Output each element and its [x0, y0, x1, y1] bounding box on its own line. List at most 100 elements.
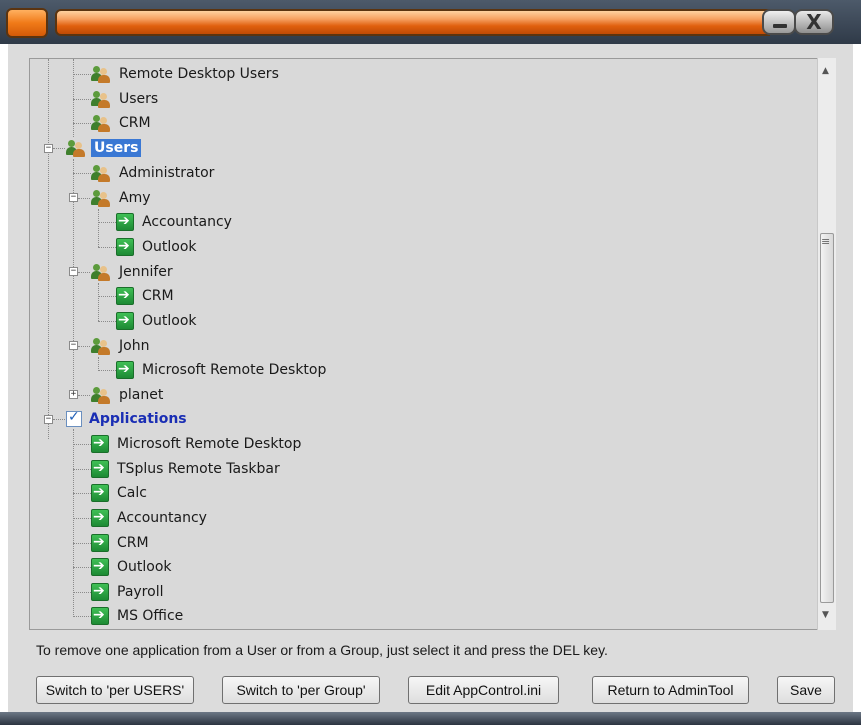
tree-item-label: Users	[119, 91, 159, 107]
tree-connector	[78, 346, 90, 347]
tree-item-label: Microsoft Remote Desktop	[117, 436, 302, 452]
users-icon	[91, 386, 111, 404]
tree-connector	[73, 173, 91, 174]
tree-item-app[interactable]: Outlook	[91, 556, 175, 578]
tree-item-app[interactable]: MS Office	[91, 605, 186, 627]
tree-item-app[interactable]: Payroll	[91, 581, 166, 603]
app-arrow-icon	[116, 287, 134, 305]
instructions-text: To remove one application from a User or…	[36, 642, 608, 658]
tree-connector	[98, 370, 116, 371]
tree-connector	[78, 198, 90, 199]
app-arrow-icon	[116, 238, 134, 256]
tree-item-user[interactable]: John	[91, 335, 152, 357]
tree-item-users-root[interactable]: Users	[66, 137, 142, 159]
tree-item-label: CRM	[117, 535, 149, 551]
collapse-toggle-icon[interactable]: −	[44, 144, 53, 153]
tree-item-user[interactable]: Jennifer	[91, 261, 176, 283]
tree-item-label: Calc	[117, 485, 147, 501]
collapse-toggle-icon[interactable]: −	[69, 193, 78, 202]
users-icon	[91, 65, 111, 83]
tree-item-group[interactable]: Users	[91, 88, 161, 110]
tree-item-label: MS Office	[117, 608, 184, 624]
tree-item-label: Administrator	[119, 165, 215, 181]
tree-connector	[53, 419, 65, 420]
app-arrow-icon	[116, 361, 134, 379]
tree-connector	[78, 395, 90, 396]
tree-item-label: Amy	[119, 190, 151, 206]
tree-item-applications-root[interactable]: Applications	[66, 408, 190, 430]
tree-connector	[73, 444, 91, 445]
app-control-tree[interactable]: − − − − + − Remote Desktop Users Users C…	[29, 58, 819, 630]
return-to-admintool-button[interactable]: Return to AdminTool	[592, 676, 749, 704]
scrollbar-grip-icon: ≡	[821, 235, 831, 248]
tree-item-label: TSplus Remote Taskbar	[117, 461, 280, 477]
app-arrow-icon	[91, 583, 109, 601]
app-arrow-icon	[91, 558, 109, 576]
window-bottom-frame	[0, 712, 861, 725]
tree-item-app[interactable]: TSplus Remote Taskbar	[91, 458, 283, 480]
tree-item-group[interactable]: CRM	[91, 112, 154, 134]
scroll-up-arrow-icon[interactable]: ▲	[822, 66, 829, 76]
collapse-toggle-icon[interactable]: −	[69, 267, 78, 276]
tree-connector	[73, 59, 74, 137]
app-arrow-icon	[91, 484, 109, 502]
tree-connector	[73, 429, 74, 617]
users-icon	[91, 189, 111, 207]
switch-per-users-button[interactable]: Switch to 'per USERS'	[36, 676, 194, 704]
users-icon	[91, 90, 111, 108]
app-arrow-icon	[91, 460, 109, 478]
scroll-down-arrow-icon[interactable]: ▼	[822, 610, 829, 620]
tree-item-label: Remote Desktop Users	[119, 66, 279, 82]
tree-connector	[73, 592, 91, 593]
tree-item-app[interactable]: Accountancy	[91, 507, 210, 529]
tree-item-app[interactable]: Outlook	[116, 236, 200, 258]
tree-connector	[73, 469, 91, 470]
tree-connector	[73, 567, 91, 568]
tree-connector	[53, 148, 65, 149]
app-arrow-icon	[91, 509, 109, 527]
tree-item-user[interactable]: planet	[91, 384, 166, 406]
save-button[interactable]: Save	[777, 676, 835, 704]
scrollbar-thumb[interactable]	[820, 233, 834, 603]
tree-connector	[98, 296, 116, 297]
tree-item-user[interactable]: Amy	[91, 187, 154, 209]
users-icon	[91, 337, 111, 355]
tree-item-label: Applications	[89, 411, 187, 427]
collapse-toggle-icon[interactable]: −	[44, 415, 53, 424]
switch-per-group-button[interactable]: Switch to 'per Group'	[222, 676, 380, 704]
tree-item-label: CRM	[119, 115, 151, 131]
tree-item-label: Jennifer	[119, 264, 173, 280]
checklist-icon	[66, 409, 82, 427]
close-icon: X	[806, 10, 822, 34]
tree-connector	[73, 518, 91, 519]
tree-item-app[interactable]: CRM	[91, 532, 152, 554]
tree-item-label: Outlook	[117, 559, 172, 575]
tree-item-app[interactable]: Accountancy	[116, 211, 235, 233]
tree-connector	[98, 283, 99, 321]
app-arrow-icon	[91, 435, 109, 453]
app-arrow-icon	[116, 213, 134, 231]
tree-item-app[interactable]: CRM	[116, 285, 177, 307]
tree-connector	[98, 209, 99, 247]
expand-toggle-icon[interactable]: +	[69, 390, 78, 399]
minimize-button[interactable]	[762, 9, 796, 35]
title-bar: X	[0, 0, 861, 44]
collapse-toggle-icon[interactable]: −	[69, 341, 78, 350]
tree-item-label: Accountancy	[117, 510, 207, 526]
tree-item-app[interactable]: Outlook	[116, 310, 200, 332]
tree-item-label: Users	[91, 139, 142, 157]
vertical-scrollbar[interactable]: ▲ ≡ ▼	[817, 58, 836, 630]
tree-item-app[interactable]: Microsoft Remote Desktop	[116, 359, 329, 381]
window-menu-icon[interactable]	[6, 8, 48, 38]
tree-item-label: Microsoft Remote Desktop	[142, 362, 327, 378]
edit-appcontrol-ini-button[interactable]: Edit AppControl.ini	[408, 676, 559, 704]
tree-connector	[73, 493, 91, 494]
tree-item-app[interactable]: Calc	[91, 482, 150, 504]
tree-item-user[interactable]: Administrator	[91, 162, 217, 184]
tree-connector	[73, 74, 91, 75]
tree-item-label: planet	[119, 387, 164, 403]
app-arrow-icon	[116, 312, 134, 330]
tree-item-app[interactable]: Microsoft Remote Desktop	[91, 433, 304, 455]
tree-item-group[interactable]: Remote Desktop Users	[91, 63, 282, 85]
close-button[interactable]: X	[794, 9, 834, 35]
